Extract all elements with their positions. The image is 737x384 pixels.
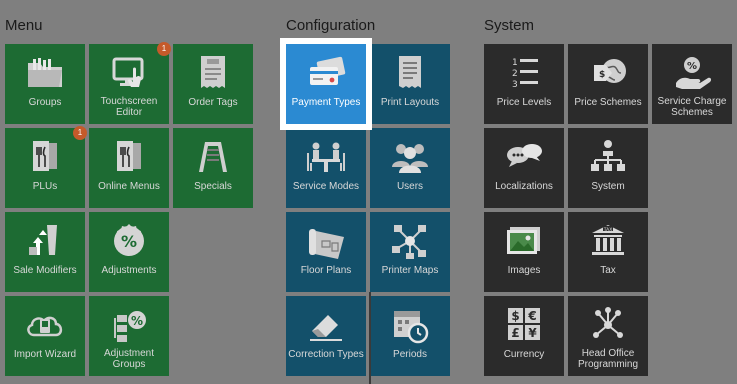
payment-types-label: Payment Types (291, 97, 361, 108)
svg-text:$: $ (511, 309, 519, 323)
floor-plan-icon (286, 220, 366, 262)
svg-text:TAX: TAX (603, 227, 613, 233)
svg-text:$: $ (599, 70, 605, 80)
service-charge-schemes-label: Service Charge Schemes (657, 96, 727, 118)
configuration-section-title: Configuration (286, 17, 376, 34)
percent-badge-icon: % (89, 220, 169, 262)
tax-label: Tax (600, 265, 616, 276)
folder-icon (5, 52, 85, 94)
online-menus-label: Online Menus (98, 181, 160, 192)
menu-card-icon (89, 136, 169, 178)
node-graph-icon (568, 304, 648, 346)
adjustment-groups-tile[interactable]: % Adjustment Groups (89, 296, 169, 376)
receipt-tag-icon (173, 52, 253, 94)
price-levels-tile[interactable]: 123 Price Levels (484, 44, 564, 124)
svg-text:%: % (131, 314, 143, 328)
currency-tile[interactable]: $ € £ ¥ Currency (484, 296, 564, 376)
receipt-icon (370, 52, 450, 94)
eraser-icon (286, 304, 366, 346)
order-tags-label: Order Tags (188, 97, 238, 108)
correction-types-label: Correction Types (288, 349, 364, 360)
sale-modifiers-tile[interactable]: Sale Modifiers (5, 212, 85, 292)
hierarchy-icon (568, 136, 648, 178)
adjustments-label: Adjustments (101, 265, 157, 276)
head-office-programming-label: Head Office Programming (577, 348, 639, 370)
price-tag-globe-icon: $ (568, 52, 648, 94)
svg-text:2: 2 (512, 69, 518, 79)
users-tile[interactable]: Users (370, 128, 450, 208)
sale-modifiers-label: Sale Modifiers (13, 265, 77, 276)
periods-label: Periods (393, 349, 427, 360)
floor-plans-tile[interactable]: Floor Plans (286, 212, 366, 292)
printer-maps-label: Printer Maps (381, 265, 439, 276)
credit-cards-icon (286, 52, 366, 94)
network-nodes-icon (370, 220, 450, 262)
correction-types-tile[interactable]: Correction Types (286, 296, 366, 376)
svg-text:%: % (687, 61, 697, 72)
price-schemes-tile[interactable]: $ Price Schemes (568, 44, 648, 124)
tax-tile[interactable]: TAX Tax (568, 212, 648, 292)
currency-label: Currency (503, 349, 545, 360)
notification-badge: 1 (157, 42, 171, 56)
system-tile[interactable]: System (568, 128, 648, 208)
menu-section-title: Menu (5, 17, 43, 34)
image-icon (484, 220, 564, 262)
service-modes-label: Service Modes (292, 181, 360, 192)
system-label: System (591, 181, 625, 192)
touchscreen-editor-label: Touchscreen Editor (100, 96, 158, 118)
service-charge-schemes-tile[interactable]: % Service Charge Schemes (652, 44, 732, 124)
cloud-import-icon (5, 304, 85, 346)
calendar-clock-icon (370, 304, 450, 346)
system-section-title: System (484, 17, 535, 34)
sandwich-board-icon (173, 136, 253, 178)
svg-text:1: 1 (512, 58, 518, 68)
specials-tile[interactable]: Specials (173, 128, 253, 208)
import-wizard-tile[interactable]: Import Wizard (5, 296, 85, 376)
specials-label: Specials (194, 181, 232, 192)
periods-tile[interactable]: Periods (370, 296, 450, 376)
groups-label: Groups (28, 97, 62, 108)
service-modes-tile[interactable]: Service Modes (286, 128, 366, 208)
localizations-label: Localizations (495, 181, 553, 192)
localizations-tile[interactable]: Localizations (484, 128, 564, 208)
numbered-list-icon: 123 (484, 52, 564, 94)
printer-maps-tile[interactable]: Printer Maps (370, 212, 450, 292)
price-schemes-label: Price Schemes (574, 97, 642, 108)
svg-text:¥: ¥ (528, 326, 537, 340)
order-tags-tile[interactable]: Order Tags (173, 44, 253, 124)
images-label: Images (507, 265, 541, 276)
price-levels-label: Price Levels (496, 97, 552, 108)
column-divider (369, 292, 371, 384)
adjustment-groups-label: Adjustment Groups (103, 348, 155, 370)
adjustments-tile[interactable]: % Adjustments (89, 212, 169, 292)
speech-bubbles-icon (484, 136, 564, 178)
plus-label: PLUs (32, 181, 58, 192)
print-layouts-tile[interactable]: Print Layouts (370, 44, 450, 124)
dining-table-icon (286, 136, 366, 178)
svg-text:%: % (121, 232, 137, 251)
hand-coin-icon: % (652, 52, 732, 94)
head-office-programming-tile[interactable]: Head Office Programming (568, 296, 648, 376)
online-menus-tile[interactable]: Online Menus (89, 128, 169, 208)
glasses-arrows-icon (5, 220, 85, 262)
plus-tile[interactable]: 1 PLUs (5, 126, 87, 208)
tax-building-icon: TAX (568, 220, 648, 262)
currency-icon: $ € £ ¥ (484, 304, 564, 346)
grouped-percent-icon: % (89, 304, 169, 346)
payment-types-tile[interactable]: Payment Types (280, 38, 372, 130)
svg-text:£: £ (511, 326, 519, 340)
svg-text:3: 3 (512, 80, 518, 90)
floor-plans-label: Floor Plans (300, 265, 352, 276)
notification-badge: 1 (73, 126, 87, 140)
menu-card-icon (5, 136, 85, 178)
users-icon (370, 136, 450, 178)
import-wizard-label: Import Wizard (13, 349, 77, 360)
touchscreen-editor-tile[interactable]: 1 Touchscreen Editor (89, 42, 171, 124)
users-label: Users (396, 181, 424, 192)
svg-text:€: € (527, 309, 536, 323)
touchscreen-icon (89, 52, 169, 94)
print-layouts-label: Print Layouts (380, 97, 440, 108)
groups-tile[interactable]: Groups (5, 44, 85, 124)
images-tile[interactable]: Images (484, 212, 564, 292)
